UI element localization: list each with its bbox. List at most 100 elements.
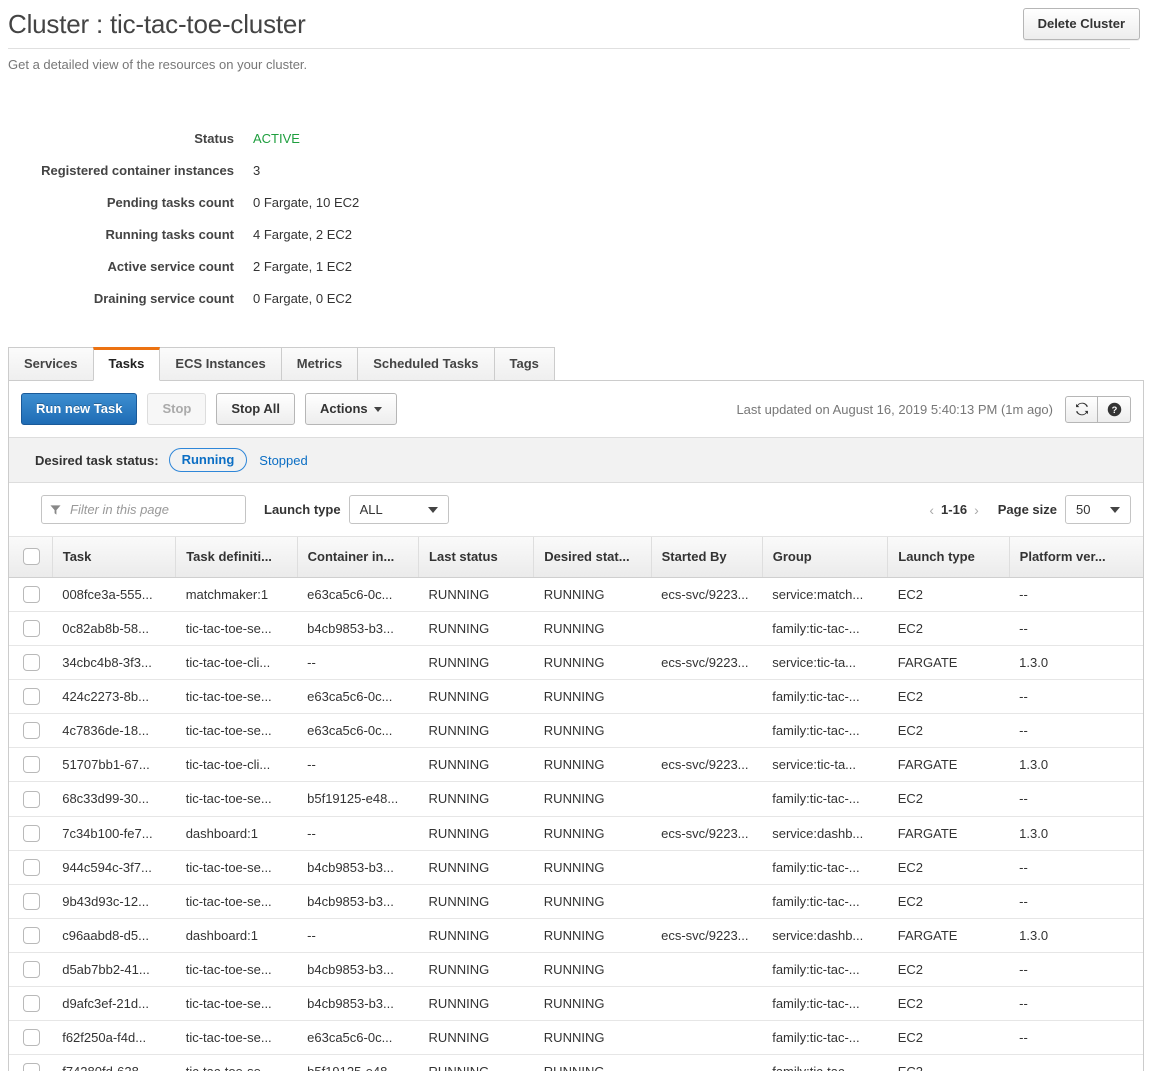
tab-metrics[interactable]: Metrics bbox=[280, 347, 359, 381]
task-definition-link[interactable]: matchmaker:1 bbox=[175, 577, 298, 613]
started-by: ecs-svc/9223... bbox=[651, 918, 763, 953]
row-checkbox[interactable] bbox=[23, 960, 40, 978]
row-select-cell bbox=[9, 713, 53, 749]
tab-tags[interactable]: Tags bbox=[493, 347, 555, 381]
task-definition-link[interactable]: tic-tac-toe-se... bbox=[175, 850, 298, 885]
last-status: RUNNING bbox=[418, 816, 534, 851]
help-button[interactable]: ? bbox=[1098, 395, 1131, 423]
tab-services[interactable]: Services bbox=[8, 347, 94, 381]
group: family:tic-tac-... bbox=[762, 1054, 888, 1071]
column-header[interactable]: Desired stat... bbox=[533, 537, 652, 579]
status-filter-stopped[interactable]: Stopped bbox=[259, 453, 307, 468]
refresh-icon bbox=[1075, 402, 1088, 416]
platform-version: -- bbox=[1009, 850, 1143, 885]
task-link[interactable]: d5ab7bb2-41... bbox=[52, 952, 176, 987]
task-definition-link[interactable]: dashboard:1 bbox=[175, 816, 298, 851]
task-link[interactable]: 424c2273-8b... bbox=[52, 679, 176, 715]
chevron-right-icon[interactable]: › bbox=[967, 502, 986, 518]
row-checkbox[interactable] bbox=[23, 722, 40, 740]
task-definition-link[interactable]: dashboard:1 bbox=[175, 918, 298, 953]
column-header[interactable]: Platform ver... bbox=[1009, 537, 1143, 579]
row-checkbox[interactable] bbox=[23, 756, 40, 774]
refresh-button[interactable] bbox=[1065, 395, 1098, 423]
task-definition-link[interactable]: tic-tac-toe-se... bbox=[175, 781, 298, 817]
tab-scheduled-tasks[interactable]: Scheduled Tasks bbox=[357, 347, 495, 381]
row-checkbox[interactable] bbox=[23, 654, 40, 672]
container-instance-link[interactable]: b4cb9853-b3... bbox=[297, 986, 419, 1021]
launch-type: FARGATE bbox=[887, 816, 1010, 851]
row-checkbox[interactable] bbox=[23, 926, 40, 944]
task-definition-link[interactable]: tic-tac-toe-se... bbox=[175, 1054, 298, 1071]
svg-text:?: ? bbox=[1111, 404, 1117, 414]
status-filter-running[interactable]: Running bbox=[168, 448, 248, 472]
column-header[interactable]: Group bbox=[762, 537, 889, 579]
task-definition-link[interactable]: tic-tac-toe-se... bbox=[175, 713, 298, 749]
task-link[interactable]: 944c594c-3f7... bbox=[52, 850, 176, 885]
row-checkbox[interactable] bbox=[23, 824, 40, 842]
launch-type-select[interactable]: ALL bbox=[348, 495, 449, 524]
task-definition-link[interactable]: tic-tac-toe-cli... bbox=[175, 747, 298, 783]
page-size-select[interactable]: 50 bbox=[1065, 495, 1131, 524]
run-new-task-button[interactable]: Run new Task bbox=[21, 393, 138, 425]
task-link[interactable]: 68c33d99-30... bbox=[52, 781, 176, 817]
task-link[interactable]: 7c34b100-fe7... bbox=[52, 816, 176, 851]
container-instance-link[interactable]: b4cb9853-b3... bbox=[297, 952, 419, 987]
task-link[interactable]: 51707bb1-67... bbox=[52, 747, 176, 783]
actions-dropdown-button[interactable]: Actions bbox=[304, 393, 397, 425]
column-header[interactable]: Container in... bbox=[297, 537, 420, 579]
delete-cluster-button[interactable]: Delete Cluster bbox=[1022, 8, 1140, 40]
task-definition-link[interactable]: tic-tac-toe-se... bbox=[175, 986, 298, 1021]
tab-tasks[interactable]: Tasks bbox=[92, 347, 161, 381]
task-definition-link[interactable]: tic-tac-toe-se... bbox=[175, 884, 298, 919]
column-header[interactable]: Task definiti... bbox=[175, 537, 298, 579]
container-instance-link[interactable]: b4cb9853-b3... bbox=[297, 884, 419, 919]
task-link[interactable]: 008fce3a-555... bbox=[52, 577, 176, 613]
task-link[interactable]: f62f250a-f4d... bbox=[52, 1020, 176, 1055]
row-checkbox[interactable] bbox=[23, 620, 40, 638]
task-definition-link[interactable]: tic-tac-toe-cli... bbox=[175, 645, 298, 681]
stop-all-button[interactable]: Stop All bbox=[216, 393, 295, 425]
launch-type: FARGATE bbox=[887, 645, 1010, 681]
container-instance-link[interactable]: e63ca5c6-0c... bbox=[297, 679, 419, 715]
row-checkbox[interactable] bbox=[23, 586, 40, 604]
row-checkbox[interactable] bbox=[23, 858, 40, 876]
row-checkbox[interactable] bbox=[23, 1063, 40, 1071]
task-link[interactable]: 0c82ab8b-58... bbox=[52, 611, 176, 647]
detail-label: Pending tasks count bbox=[106, 194, 234, 210]
task-link[interactable]: f74280fd-628... bbox=[52, 1054, 176, 1071]
detail-row: Active service count 2 Fargate, 1 EC2 bbox=[0, 250, 360, 282]
chevron-left-icon[interactable]: ‹ bbox=[922, 502, 941, 518]
task-definition-link[interactable]: tic-tac-toe-se... bbox=[175, 1020, 298, 1055]
column-header[interactable]: Started By bbox=[651, 537, 763, 579]
task-definition-link[interactable]: tic-tac-toe-se... bbox=[175, 952, 298, 987]
container-instance-link[interactable]: e63ca5c6-0c... bbox=[297, 1020, 419, 1055]
container-instance-link[interactable]: e63ca5c6-0c... bbox=[297, 577, 419, 613]
task-link[interactable]: d9afc3ef-21d... bbox=[52, 986, 176, 1021]
task-link[interactable]: 4c7836de-18... bbox=[52, 713, 176, 749]
container-instance-link[interactable]: e63ca5c6-0c... bbox=[297, 713, 419, 749]
row-select-cell bbox=[9, 577, 53, 613]
row-checkbox[interactable] bbox=[23, 790, 40, 808]
help-icon: ? bbox=[1107, 402, 1121, 416]
task-link[interactable]: 34cbc4b8-3f3... bbox=[52, 645, 176, 681]
task-link[interactable]: 9b43d93c-12... bbox=[52, 884, 176, 919]
row-checkbox[interactable] bbox=[23, 994, 40, 1012]
task-definition-link[interactable]: tic-tac-toe-se... bbox=[175, 611, 298, 647]
table-row: 7c34b100-fe7... dashboard:1 -- RUNNING RUNNI… bbox=[9, 816, 1143, 851]
row-checkbox[interactable] bbox=[23, 892, 40, 910]
task-definition-link[interactable]: tic-tac-toe-se... bbox=[175, 679, 298, 715]
task-link[interactable]: c96aabd8-d5... bbox=[52, 918, 176, 953]
row-checkbox[interactable] bbox=[23, 1028, 40, 1046]
row-checkbox[interactable] bbox=[23, 688, 40, 706]
container-instance-link[interactable]: b4cb9853-b3... bbox=[297, 611, 419, 647]
select-all-checkbox[interactable] bbox=[23, 548, 40, 566]
stop-button[interactable]: Stop bbox=[147, 393, 207, 425]
container-instance-link[interactable]: b5f19125-e48... bbox=[297, 781, 419, 817]
filter-input[interactable] bbox=[41, 495, 246, 524]
container-instance-link[interactable]: b4cb9853-b3... bbox=[297, 850, 419, 885]
tab-ecs-instances[interactable]: ECS Instances bbox=[159, 347, 282, 381]
column-header[interactable]: Task bbox=[52, 537, 177, 579]
column-header[interactable]: Launch type bbox=[887, 537, 1010, 579]
container-instance-link[interactable]: b5f19125-e48... bbox=[297, 1054, 419, 1071]
column-header[interactable]: Last status bbox=[418, 537, 535, 579]
